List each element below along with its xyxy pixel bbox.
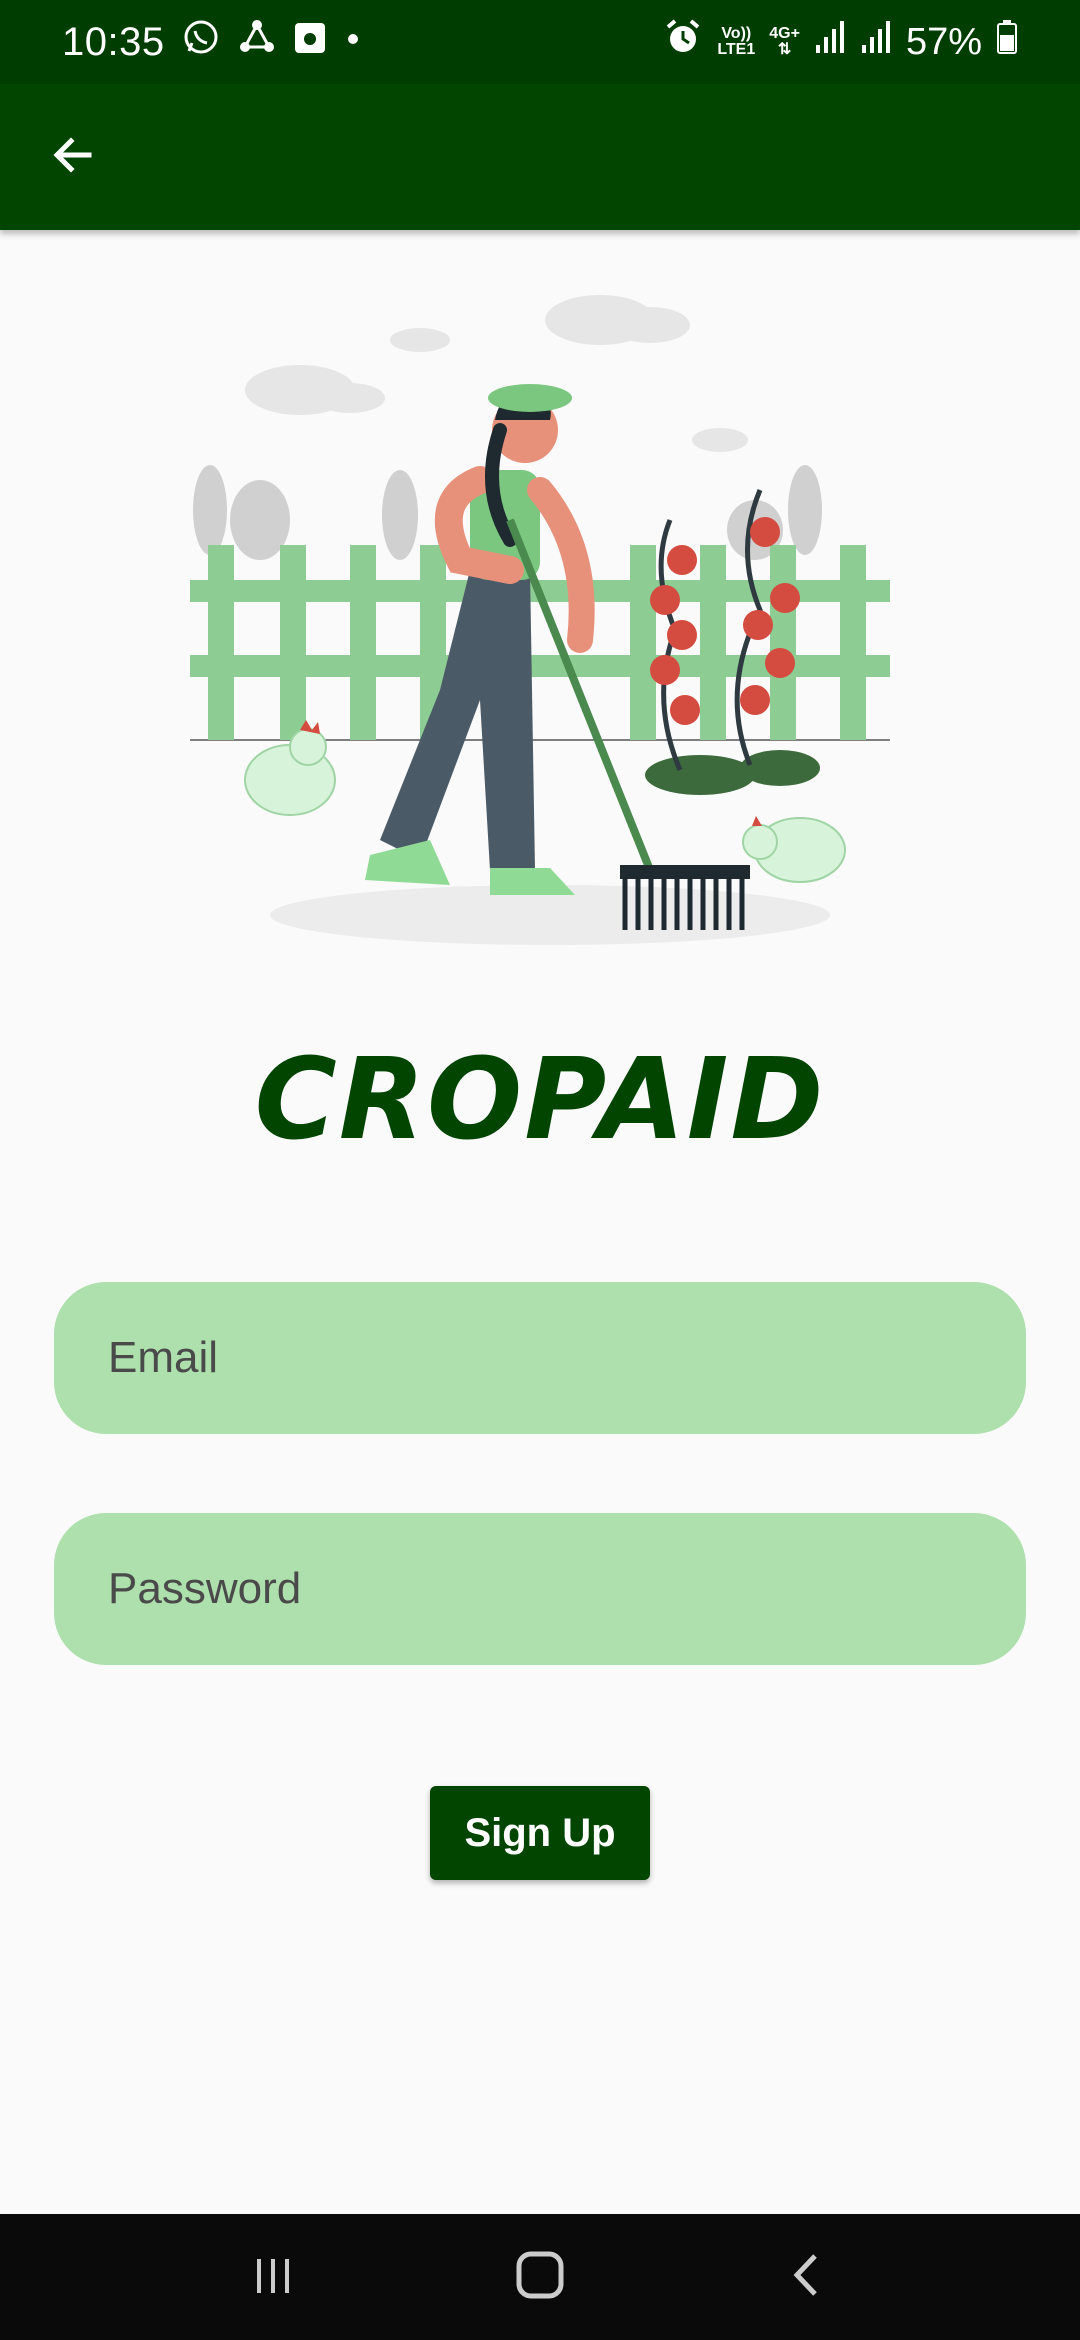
dot-icon (343, 17, 363, 67)
status-left: 10:35 (62, 17, 363, 67)
password-field[interactable] (54, 1513, 1026, 1665)
back-button[interactable] (38, 122, 108, 192)
app-bar (0, 84, 1080, 230)
recents-icon (249, 2251, 297, 2304)
alarm-icon (663, 17, 703, 67)
status-bar: 10:35 Vo)) LTE1 4G+ ⇅ 57% (0, 0, 1080, 84)
battery-percent: 57% (905, 20, 982, 63)
battery-icon (996, 19, 1018, 65)
arrow-left-icon (49, 131, 97, 184)
farmer-illustration (180, 270, 900, 960)
home-button[interactable] (495, 2232, 585, 2322)
signal-icon (860, 19, 892, 65)
sign-up-button[interactable]: Sign Up (430, 1786, 650, 1880)
app-title: CROPAID (254, 1035, 826, 1165)
back-icon (787, 2250, 827, 2305)
calendar-icon (293, 19, 327, 65)
recents-button[interactable] (228, 2232, 318, 2322)
status-right: Vo)) LTE1 4G+ ⇅ 57% (663, 17, 1018, 67)
navigation-bar (0, 2214, 1080, 2340)
network-type-label: 4G+ ⇅ (769, 25, 800, 58)
whatsapp-icon (181, 17, 221, 67)
share-icon (237, 17, 277, 67)
home-icon (513, 2248, 567, 2307)
status-time: 10:35 (62, 19, 165, 64)
nav-back-button[interactable] (762, 2232, 852, 2322)
signal-icon (814, 19, 846, 65)
network-volte-label: Vo)) LTE1 (717, 25, 756, 58)
email-field[interactable] (54, 1282, 1026, 1434)
